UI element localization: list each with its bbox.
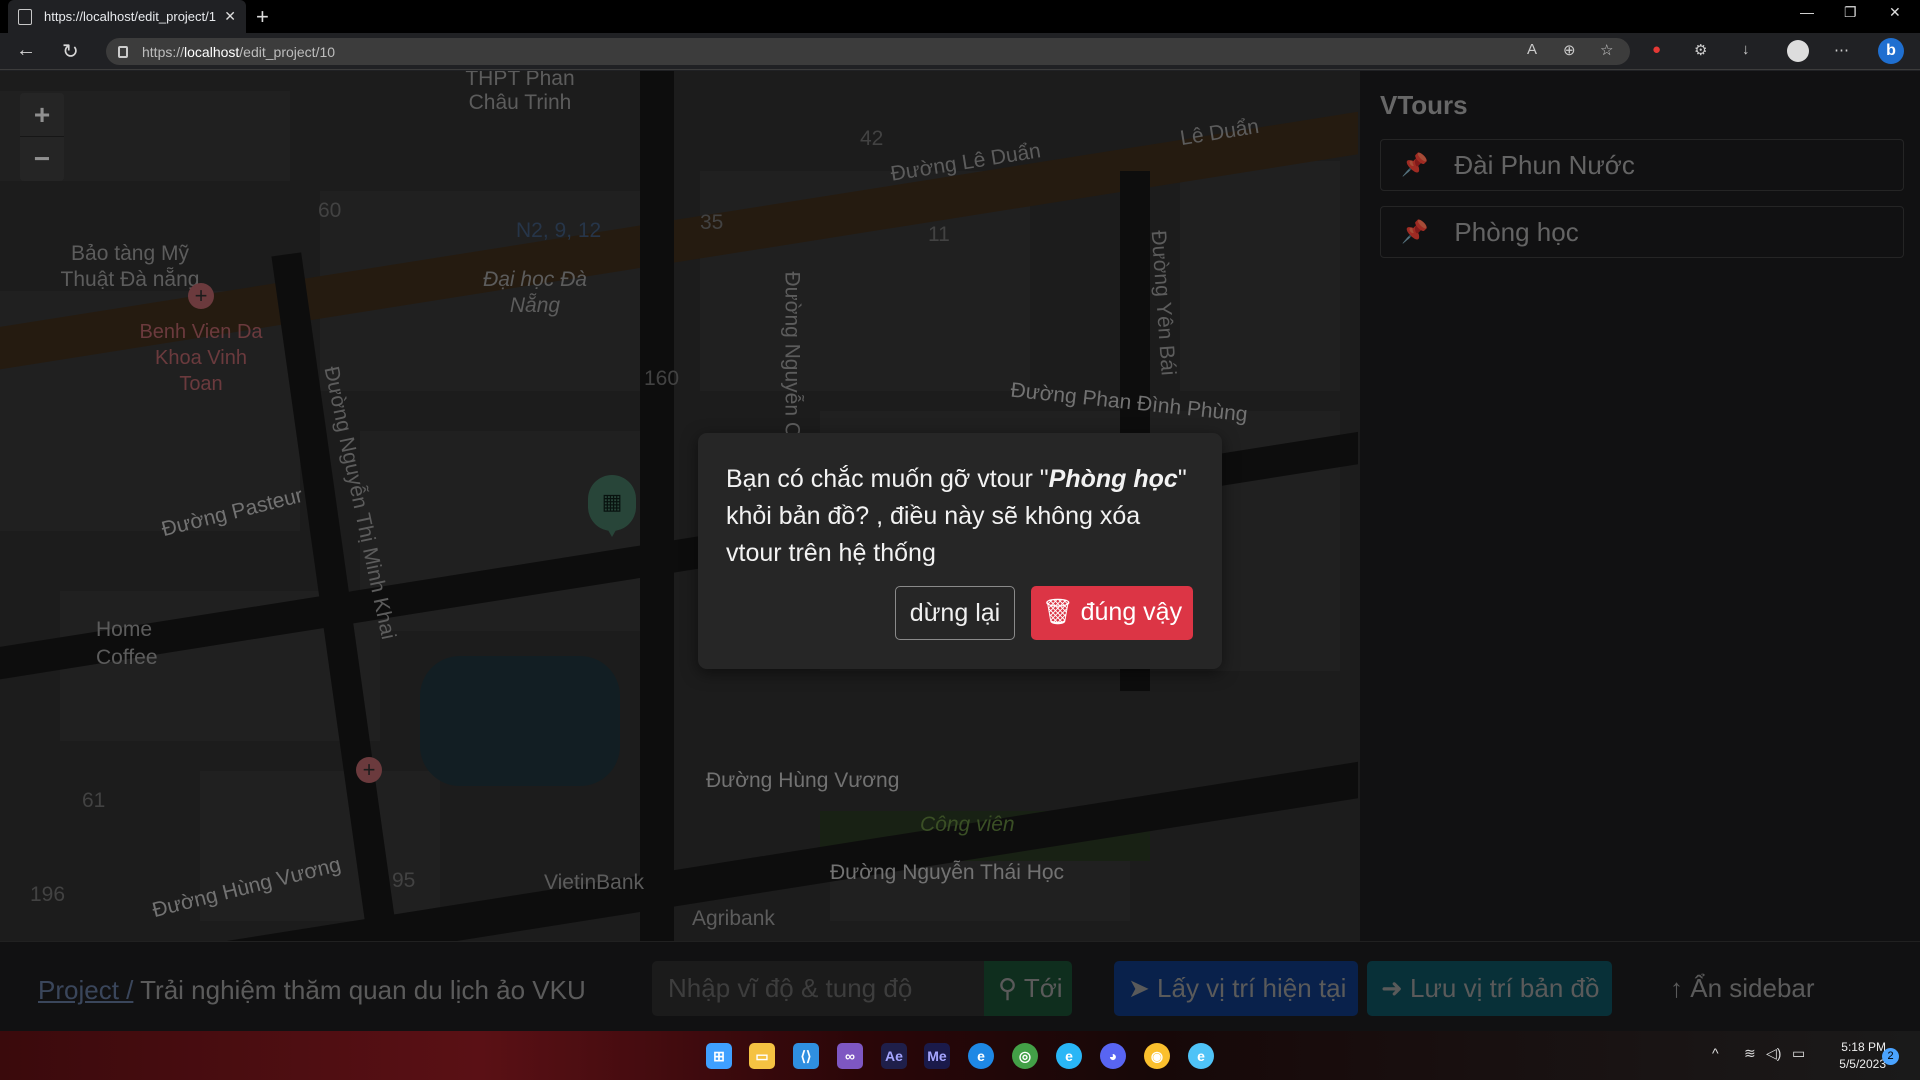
confirm-delete-button[interactable]: 🗑 đúng vậy (1031, 586, 1193, 640)
read-aloud-icon[interactable]: A (1527, 41, 1537, 58)
cancel-button[interactable]: dừng lại (895, 586, 1015, 640)
restore-icon[interactable]: ❐ (1844, 4, 1857, 21)
media-encoder-icon[interactable]: Me (924, 1043, 950, 1069)
confirm-dialog: Bạn có chắc muốn gỡ vtour "Phòng học" kh… (698, 433, 1222, 669)
date: 5/5/2023 (1839, 1057, 1886, 1071)
volume-icon[interactable]: ◁) (1766, 1045, 1781, 1062)
file-explorer-icon[interactable]: ▭ (749, 1043, 775, 1069)
close-tab-icon[interactable]: ✕ (224, 8, 236, 25)
download-icon[interactable]: ↓ (1742, 41, 1750, 58)
chrome-canary-icon[interactable]: ◎ (1012, 1043, 1038, 1069)
reload-icon[interactable]: ↻ (62, 39, 79, 64)
more-icon[interactable]: ⋯ (1834, 41, 1849, 59)
minimize-icon[interactable]: — (1800, 4, 1814, 20)
time: 5:18 PM (1841, 1040, 1886, 1054)
edge-beta-icon[interactable]: e (1188, 1043, 1214, 1069)
browser-tab[interactable]: https://localhost/edit_project/10 ✕ (8, 0, 246, 33)
lock-icon (118, 45, 128, 58)
taskbar: ⊞ ▭ ⟨⟩ ∞ Ae Me e ◎ e ◕ ◉ e ^ ≋ ◁) ▭ 5:18… (0, 1031, 1920, 1080)
favorite-icon[interactable]: ☆ (1600, 41, 1613, 59)
after-effects-icon[interactable]: Ae (881, 1043, 907, 1069)
tour-name: Phòng học (1048, 465, 1178, 493)
browser-tab-bar: https://localhost/edit_project/10 ✕ + — … (0, 0, 1920, 33)
confirm-label: đúng vậy (1080, 598, 1183, 626)
wifi-icon[interactable]: ≋ (1744, 1045, 1756, 1062)
visual-studio-icon[interactable]: ∞ (837, 1043, 863, 1069)
bing-icon[interactable]: b (1878, 38, 1904, 64)
extension-icon[interactable]: ● (1652, 41, 1661, 58)
confirm-message: Bạn có chắc muốn gỡ vtour "Phòng học" kh… (726, 465, 1187, 567)
windows-start-icon[interactable]: ⊞ (706, 1043, 732, 1069)
address-bar-row: ← ↻ https://localhost/edit_project/10 A … (0, 33, 1920, 70)
battery-icon[interactable]: ▭ (1792, 1045, 1805, 1062)
vscode-icon[interactable]: ⟨⟩ (793, 1043, 819, 1069)
url-scheme: https:// (142, 43, 185, 60)
url-field[interactable]: https://localhost/edit_project/10 (106, 38, 1630, 65)
trash-icon: 🗑 (1041, 598, 1074, 626)
tab-title: https://localhost/edit_project/10 (44, 9, 217, 24)
zoom-icon[interactable]: ⊕ (1563, 41, 1576, 59)
profile-avatar[interactable] (1787, 40, 1809, 62)
chrome-icon[interactable]: ◉ (1144, 1043, 1170, 1069)
edge-dev-icon[interactable]: e (1056, 1043, 1082, 1069)
close-window-icon[interactable]: ✕ (1889, 4, 1901, 21)
clock[interactable]: 5:18 PM 5/5/2023 (1820, 1039, 1886, 1073)
chevron-up-icon[interactable]: ^ (1712, 1045, 1719, 1061)
url-path: /edit_project/10 (239, 43, 336, 60)
new-tab-icon[interactable]: + (256, 4, 269, 30)
url-host: localhost (184, 43, 240, 60)
back-icon[interactable]: ← (16, 39, 36, 62)
notification-badge[interactable]: 2 (1882, 1048, 1899, 1065)
discord-icon[interactable]: ◕ (1100, 1043, 1126, 1069)
page-icon (18, 8, 32, 25)
extensions-icon[interactable]: ⚙ (1694, 41, 1707, 59)
edge-icon[interactable]: e (968, 1043, 994, 1069)
